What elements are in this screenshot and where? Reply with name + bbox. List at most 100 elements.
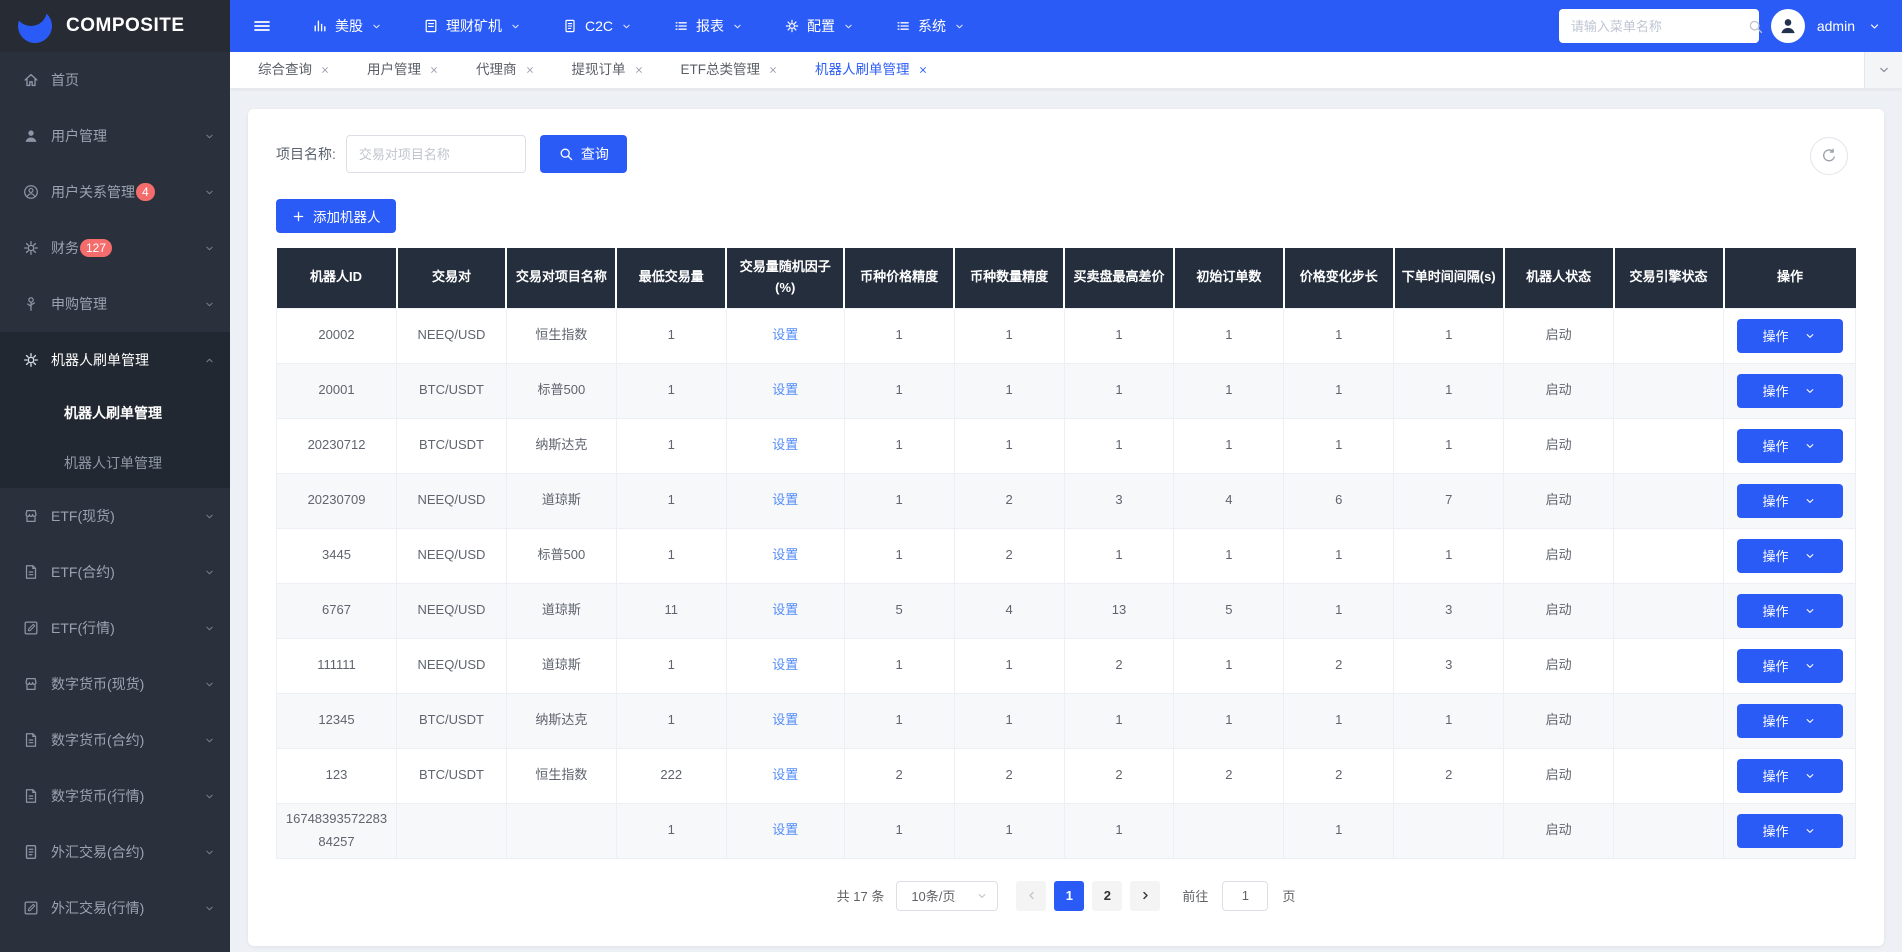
page-button-1[interactable]: 1 bbox=[1054, 880, 1085, 911]
row-action-button[interactable]: 操作 bbox=[1736, 648, 1843, 683]
query-button[interactable]: 查询 bbox=[539, 135, 627, 173]
topnav-item-1[interactable]: 理财矿机 bbox=[423, 16, 522, 36]
username[interactable]: admin bbox=[1817, 18, 1855, 34]
sidebar-subitem-5-1[interactable]: 机器人订单管理 bbox=[0, 438, 230, 488]
sidebar-item-9[interactable]: 数字货币(现货) bbox=[0, 656, 230, 712]
tab-overflow-button[interactable] bbox=[1864, 52, 1902, 88]
sidebar-item-10[interactable]: 数字货币(合约) bbox=[0, 712, 230, 768]
tab-5[interactable]: 机器人刷单管理 bbox=[801, 52, 951, 88]
sidebar-item-1[interactable]: 用户管理 bbox=[0, 108, 230, 164]
next-page-button[interactable] bbox=[1130, 880, 1161, 911]
tab-1[interactable]: 用户管理 bbox=[353, 52, 462, 88]
sidebar-item-12[interactable]: 外汇交易(合约) bbox=[0, 824, 230, 880]
row-action-button[interactable]: 操作 bbox=[1736, 373, 1843, 408]
tab-close-icon[interactable] bbox=[917, 64, 929, 76]
row-action-button[interactable]: 操作 bbox=[1736, 813, 1843, 848]
topnav-item-3[interactable]: 报表 bbox=[673, 16, 744, 36]
set-link[interactable]: 设置 bbox=[772, 602, 798, 617]
topnav-item-4[interactable]: 配置 bbox=[784, 16, 855, 36]
contract-icon bbox=[22, 563, 40, 581]
chevron-down-icon bbox=[203, 510, 216, 523]
prev-page-button[interactable] bbox=[1016, 880, 1047, 911]
table-cell: 恒生指数 bbox=[505, 747, 617, 804]
sidebar-item-5[interactable]: 机器人刷单管理 bbox=[0, 332, 230, 388]
topnav-item-5[interactable]: 系统 bbox=[895, 16, 966, 36]
row-action-label: 操作 bbox=[1762, 714, 1789, 729]
sidebar-group-6: ETF(现货) bbox=[0, 488, 230, 544]
row-action-button[interactable]: 操作 bbox=[1736, 318, 1843, 353]
sidebar-subitem-5-0[interactable]: 机器人刷单管理 bbox=[0, 388, 230, 438]
filter-row: 项目名称: 查询 bbox=[276, 135, 1856, 175]
sidebar-item-0[interactable]: 首页 bbox=[0, 52, 230, 108]
tab-close-icon[interactable] bbox=[767, 64, 779, 76]
tab-close-icon[interactable] bbox=[524, 64, 536, 76]
set-link[interactable]: 设置 bbox=[772, 547, 798, 562]
menu-search-input[interactable] bbox=[1570, 18, 1747, 34]
table-cell: 1 bbox=[1393, 692, 1505, 749]
tab-4[interactable]: ETF总类管理 bbox=[667, 52, 802, 88]
table-cell: NEEQ/USD bbox=[396, 527, 507, 584]
row-action-button[interactable]: 操作 bbox=[1736, 758, 1843, 793]
sidebar-item-4[interactable]: 申购管理 bbox=[0, 276, 230, 332]
sidebar-collapse-icon[interactable] bbox=[252, 16, 272, 36]
sidebar-item-11[interactable]: 数字货币(行情) bbox=[0, 768, 230, 824]
refresh-button[interactable] bbox=[1810, 137, 1848, 175]
table-row: 20230712 BTC/USDT 纳斯达克 1 设置 1 1 1 1 1 1 启动 操作 bbox=[276, 417, 1856, 474]
sidebar-item-label: ETF(行情) bbox=[51, 620, 115, 636]
set-link[interactable]: 设置 bbox=[772, 382, 798, 397]
chevron-down-icon bbox=[203, 734, 216, 747]
avatar[interactable] bbox=[1770, 9, 1805, 43]
chevron-down-icon bbox=[203, 846, 216, 859]
goto-page-input[interactable] bbox=[1222, 880, 1269, 911]
sidebar-item-3[interactable]: 财务 127 bbox=[0, 220, 230, 276]
row-action-button[interactable]: 操作 bbox=[1736, 538, 1843, 573]
set-link[interactable]: 设置 bbox=[772, 712, 798, 727]
set-link[interactable]: 设置 bbox=[772, 657, 798, 672]
tab-3[interactable]: 提现订单 bbox=[558, 52, 667, 88]
table-cell: 道琼斯 bbox=[505, 637, 617, 694]
set-link[interactable]: 设置 bbox=[772, 767, 798, 782]
topnav-item-2[interactable]: C2C bbox=[562, 18, 633, 34]
tab-close-icon[interactable] bbox=[633, 64, 645, 76]
table-cell: 2 bbox=[1283, 747, 1395, 804]
contract-icon bbox=[22, 731, 40, 749]
table-row: 6767 NEEQ/USD 道琼斯 11 设置 5 4 13 5 1 3 启动 操作 bbox=[276, 582, 1856, 639]
table-cell: 2 bbox=[843, 747, 955, 804]
tab-close-icon[interactable] bbox=[319, 64, 331, 76]
table-cell: 20230712 bbox=[276, 417, 397, 474]
user-menu-chevron-icon[interactable] bbox=[1867, 19, 1882, 34]
sidebar-item-13[interactable]: 外汇交易(行情) bbox=[0, 880, 230, 936]
set-link[interactable]: 设置 bbox=[772, 437, 798, 452]
project-name-label: 项目名称: bbox=[276, 146, 336, 162]
column-header: 操作 bbox=[1723, 248, 1856, 308]
sidebar-group-4: 申购管理 bbox=[0, 276, 230, 332]
tab-2[interactable]: 代理商 bbox=[462, 52, 558, 88]
sidebar-item-2[interactable]: 用户关系管理 4 bbox=[0, 164, 230, 220]
tab-0[interactable]: 综合查询 bbox=[244, 52, 353, 88]
row-action-button[interactable]: 操作 bbox=[1736, 703, 1843, 738]
table-cell bbox=[1613, 417, 1724, 474]
set-link[interactable]: 设置 bbox=[772, 822, 798, 837]
set-link[interactable]: 设置 bbox=[772, 492, 798, 507]
table-row: 20230709 NEEQ/USD 道琼斯 1 设置 1 2 3 4 6 7 启动 操作 bbox=[276, 472, 1856, 529]
add-robot-button[interactable]: 添加机器人 bbox=[276, 199, 396, 233]
page-size-select[interactable]: 10条/页 bbox=[896, 880, 999, 911]
table-cell: 1 bbox=[1283, 527, 1395, 584]
sidebar-item-7[interactable]: ETF(合约) bbox=[0, 544, 230, 600]
tab-close-icon[interactable] bbox=[428, 64, 440, 76]
menu-search[interactable] bbox=[1558, 9, 1759, 43]
table-cell: 1 bbox=[1173, 417, 1285, 474]
set-link[interactable]: 设置 bbox=[772, 327, 798, 342]
row-action-button[interactable]: 操作 bbox=[1736, 483, 1843, 518]
sidebar-item-8[interactable]: ETF(行情) bbox=[0, 600, 230, 656]
table-cell bbox=[1613, 362, 1724, 419]
page-button-2[interactable]: 2 bbox=[1092, 880, 1123, 911]
row-action-button[interactable]: 操作 bbox=[1736, 593, 1843, 628]
table-cell: 222 bbox=[615, 747, 727, 804]
row-action-label: 操作 bbox=[1762, 824, 1789, 839]
row-action-button[interactable]: 操作 bbox=[1736, 428, 1843, 463]
topnav-item-0[interactable]: 美股 bbox=[312, 16, 383, 36]
sidebar-item-6[interactable]: ETF(现货) bbox=[0, 488, 230, 544]
table-cell: NEEQ/USD bbox=[396, 307, 507, 364]
project-name-input[interactable] bbox=[345, 135, 526, 173]
